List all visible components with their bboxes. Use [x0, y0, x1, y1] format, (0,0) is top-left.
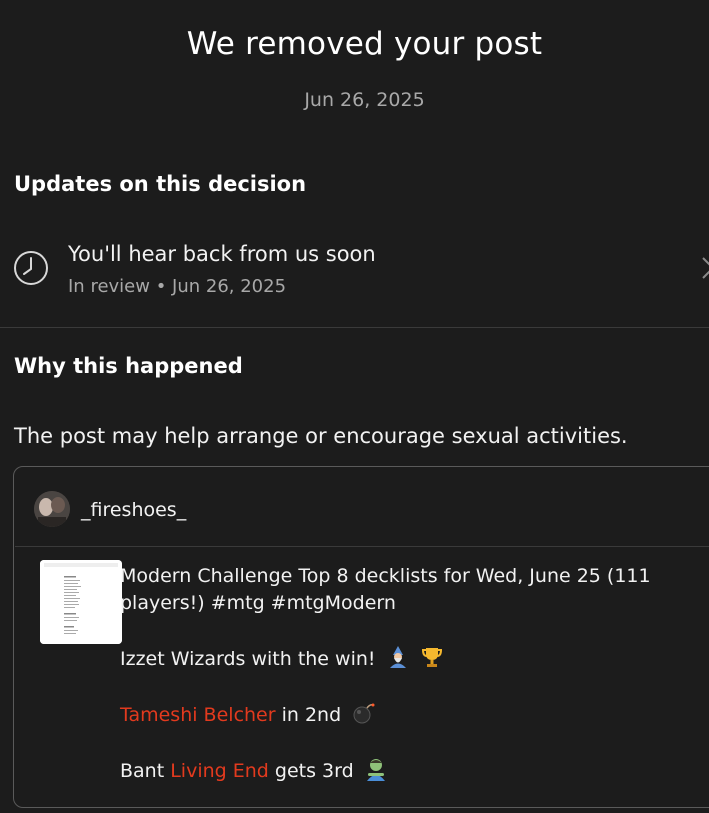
- card-link-tameshi-belcher[interactable]: Tameshi Belcher: [120, 704, 276, 726]
- post-line-4-pre: Bant: [120, 760, 171, 782]
- post-username[interactable]: _fireshoes_: [81, 499, 186, 521]
- avatar[interactable]: [34, 491, 70, 527]
- decklist-image: [40, 560, 122, 644]
- why-heading: Why this happened: [14, 354, 243, 378]
- post-line-4-text: gets 3rd: [268, 760, 354, 782]
- chevron-right-icon[interactable]: [701, 256, 709, 280]
- page-title: We removed your post: [186, 26, 543, 62]
- post-line-2-text: Izzet Wizards with the win!: [120, 648, 376, 670]
- update-status-line: In review • Jun 26, 2025: [68, 276, 286, 297]
- removal-date: Jun 26, 2025: [304, 89, 425, 111]
- update-separator: •: [149, 276, 173, 297]
- post-line-4: Bant Living End gets 3rd: [120, 757, 680, 785]
- section-divider: [0, 327, 709, 328]
- post-thumbnail[interactable]: [40, 560, 122, 644]
- card-link-living-end[interactable]: Living End: [170, 760, 269, 782]
- post-line-2: Izzet Wizards with the win!: [120, 645, 680, 673]
- trophy-emoji: [421, 648, 442, 667]
- update-title: You'll hear back from us soon: [68, 242, 376, 266]
- clock-icon: [14, 251, 48, 285]
- update-date: Jun 26, 2025: [172, 276, 287, 297]
- zombie-emoji: [366, 759, 385, 781]
- card-divider: [15, 546, 709, 547]
- post-line-1: Modern Challenge Top 8 decklists for Wed…: [120, 565, 651, 614]
- mage-emoji: [389, 646, 406, 668]
- post-body: Modern Challenge Top 8 decklists for Wed…: [120, 563, 680, 813]
- removal-reason: The post may help arrange or encourage s…: [14, 424, 628, 448]
- update-item[interactable]: You'll hear back from us soon In review …: [0, 232, 709, 312]
- avatar-photo: [34, 491, 70, 527]
- removed-post-card[interactable]: _fireshoes_ Modern Challenge Top 8 deckl…: [13, 466, 709, 808]
- post-line-3: Tameshi Belcher in 2nd: [120, 701, 680, 729]
- post-line-3-text: in 2nd: [275, 704, 342, 726]
- update-status: In review: [68, 276, 150, 297]
- bomb-emoji: [353, 703, 375, 724]
- updates-heading: Updates on this decision: [14, 172, 307, 196]
